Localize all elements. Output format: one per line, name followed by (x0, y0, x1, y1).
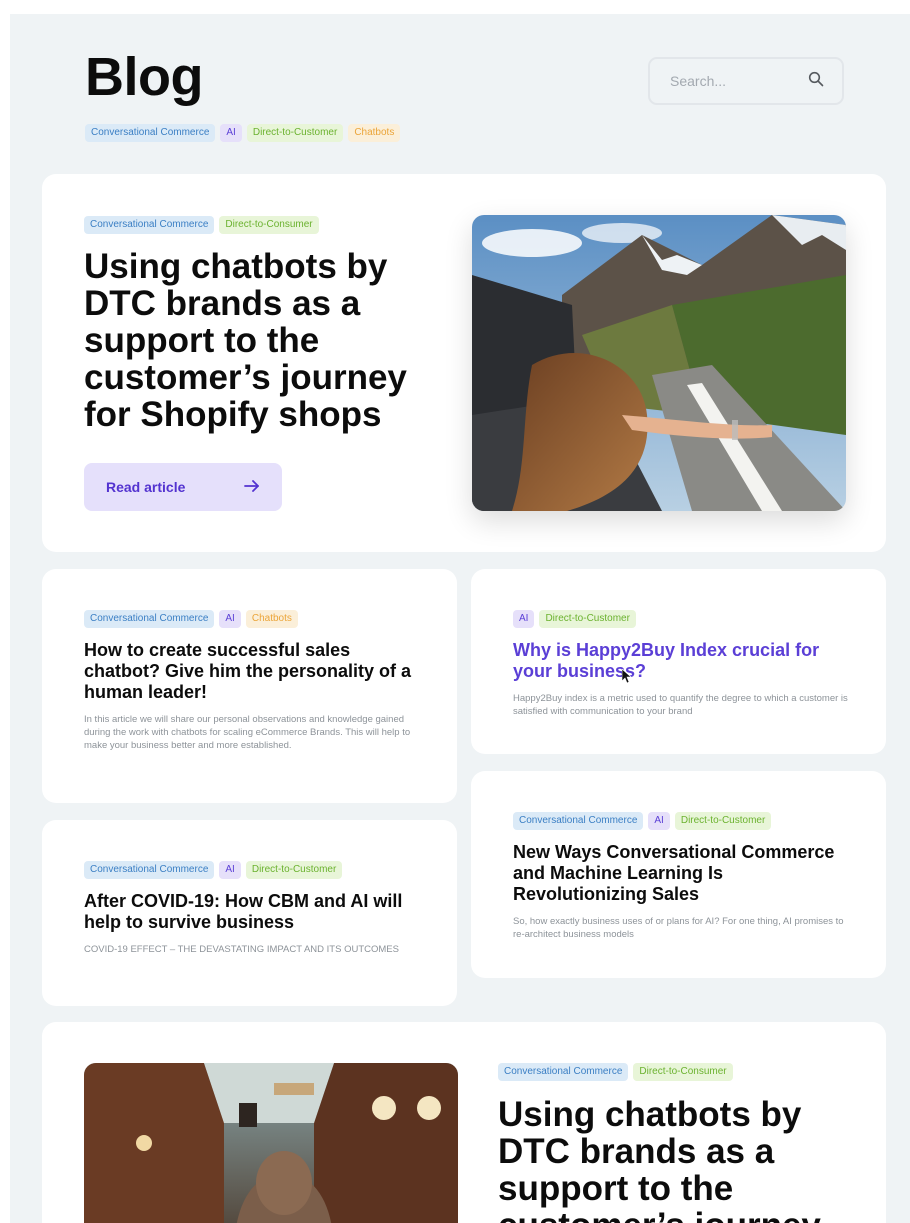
filter-tag-conversational-commerce[interactable]: Conversational Commerce (85, 124, 216, 142)
filter-tag-ai[interactable]: AI (220, 124, 242, 142)
read-article-label: Read article (106, 479, 186, 495)
featured-tags: Conversational Commerce Direct-to-Consum… (498, 1063, 733, 1081)
article-title-hovered[interactable]: Why is Happy2Buy Index crucial for your … (513, 640, 848, 682)
filter-tag-chatbots[interactable]: Chatbots (348, 124, 401, 142)
tag-conversational-commerce[interactable]: Conversational Commerce (513, 812, 644, 830)
featured-article-image[interactable] (472, 215, 846, 511)
featured-article-card[interactable]: Conversational Commerce Direct-to-Consum… (42, 174, 886, 552)
tag-ai[interactable]: AI (648, 812, 670, 830)
arrow-right-icon (244, 479, 260, 496)
tag-conversational-commerce[interactable]: Conversational Commerce (498, 1063, 629, 1081)
featured-article-card-bottom[interactable]: Conversational Commerce Direct-to-Consum… (42, 1022, 886, 1223)
article-card[interactable]: Conversational Commerce AI Direct-to-Cus… (42, 820, 457, 1006)
article-excerpt: In this article we will share our person… (84, 714, 411, 751)
article-card[interactable]: Conversational Commerce AI Chatbots How … (42, 569, 457, 803)
tag-direct-to-customer[interactable]: Direct-to-Customer (539, 610, 636, 628)
tag-ai[interactable]: AI (513, 610, 535, 628)
tag-direct-to-consumer[interactable]: Direct-to-Consumer (633, 1063, 733, 1081)
filter-tags: Conversational Commerce AI Direct-to-Cus… (85, 124, 401, 142)
tag-direct-to-customer[interactable]: Direct-to-Customer (674, 812, 772, 830)
read-article-button[interactable]: Read article (84, 463, 282, 511)
blog-page: Blog Search... Conversational Commerce A… (10, 14, 910, 1223)
article-card[interactable]: Conversational Commerce AI Direct-to-Cus… (471, 771, 886, 978)
tag-ai[interactable]: AI (219, 861, 241, 879)
tag-chatbots[interactable]: Chatbots (245, 610, 298, 628)
tag-ai[interactable]: AI (219, 610, 241, 628)
article-tags: Conversational Commerce AI Direct-to-Cus… (513, 812, 853, 830)
article-title[interactable]: After COVID-19: How CBM and AI will help… (84, 891, 419, 933)
featured-article-title[interactable]: Using chatbots by DTC brands as a suppor… (498, 1096, 838, 1223)
featured-tags: Conversational Commerce Direct-to-Consum… (84, 216, 319, 234)
search-icon[interactable] (808, 71, 824, 92)
article-card[interactable]: AI Direct-to-Customer Why is Happy2Buy I… (471, 569, 886, 754)
tag-conversational-commerce[interactable]: Conversational Commerce (84, 216, 215, 234)
page-title: Blog (85, 47, 203, 107)
article-excerpt: Happy2Buy index is a metric used to quan… (513, 693, 848, 717)
tag-conversational-commerce[interactable]: Conversational Commerce (84, 610, 215, 628)
article-title[interactable]: New Ways Conversational Commerce and Mac… (513, 842, 853, 905)
mouse-cursor (621, 668, 632, 684)
filter-tag-direct-to-customer[interactable]: Direct-to-Customer (246, 124, 344, 142)
article-title[interactable]: How to create successful sales chatbot? … (84, 640, 419, 703)
article-tags: Conversational Commerce AI Chatbots (84, 610, 419, 628)
tag-conversational-commerce[interactable]: Conversational Commerce (84, 861, 215, 879)
article-tags: Conversational Commerce AI Direct-to-Cus… (84, 861, 419, 879)
search-input[interactable]: Search... (670, 73, 726, 89)
tag-direct-to-consumer[interactable]: Direct-to-Consumer (219, 216, 319, 234)
featured-article-image[interactable] (84, 1063, 458, 1223)
article-tags: AI Direct-to-Customer (513, 610, 848, 628)
featured-article-title[interactable]: Using chatbots by DTC brands as a suppor… (84, 248, 414, 433)
tag-direct-to-customer[interactable]: Direct-to-Customer (245, 861, 343, 879)
article-excerpt: So, how exactly business uses of or plan… (513, 916, 844, 940)
article-excerpt: COVID-19 EFFECT – THE DEVASTATING IMPACT… (84, 944, 399, 955)
search-box[interactable]: Search... (648, 57, 844, 105)
